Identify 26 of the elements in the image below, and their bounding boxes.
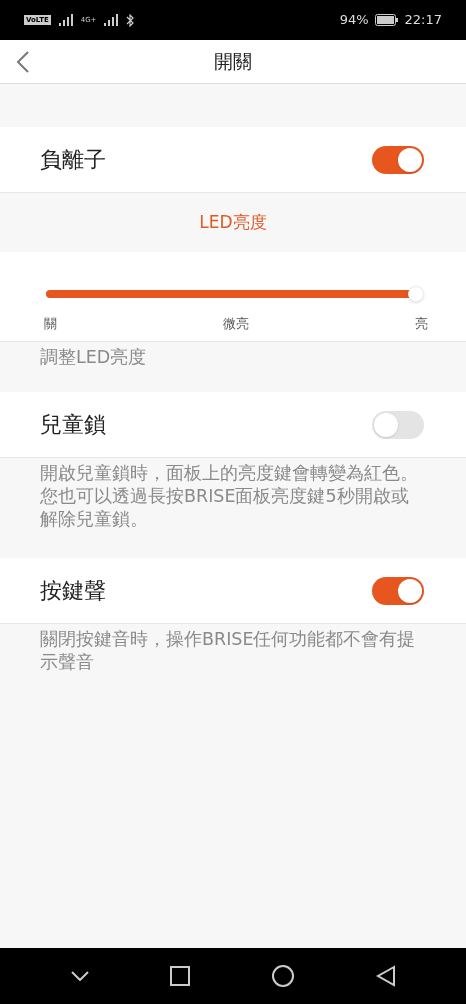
battery-icon <box>374 14 399 26</box>
clock-time: 22:17 <box>404 11 442 30</box>
toggle-switch[interactable] <box>372 576 424 605</box>
recent-apps-icon[interactable] <box>169 966 190 986</box>
toggle-switch[interactable] <box>372 410 424 439</box>
setting-label: 兒童鎖 <box>40 411 106 439</box>
section-title: LED亮度 <box>199 210 267 234</box>
setting-label: 負離子 <box>40 146 106 174</box>
bluetooth-icon <box>126 13 135 27</box>
description-text: 關閉按鍵音時，操作BRISE任何功能都不會有提示聲音 <box>40 628 417 674</box>
slider-tick-label: 關 <box>44 315 57 333</box>
signal-icon <box>58 14 73 26</box>
slider-tick-label: 微亮 <box>223 315 249 333</box>
slider-tick-label: 亮 <box>415 315 428 333</box>
slider-thumb[interactable] <box>408 286 424 302</box>
battery-percent: 94% <box>339 11 369 30</box>
brightness-slider[interactable] <box>46 286 424 302</box>
signal-icon <box>104 14 119 26</box>
collapse-icon[interactable] <box>70 971 89 981</box>
setting-label: 按鍵聲 <box>40 577 106 605</box>
home-icon[interactable] <box>270 964 295 988</box>
page-title: 開關 <box>214 49 252 75</box>
toggle-switch[interactable] <box>372 145 424 174</box>
description-text: 調整LED亮度 <box>40 346 148 369</box>
back-icon[interactable] <box>375 965 396 987</box>
description-text: 開啟兒童鎖時，面板上的亮度鍵會轉變為紅色。您也可以透過長按BRISE面板亮度鍵5秒開啟或解除兒童鎖。 <box>40 462 419 531</box>
